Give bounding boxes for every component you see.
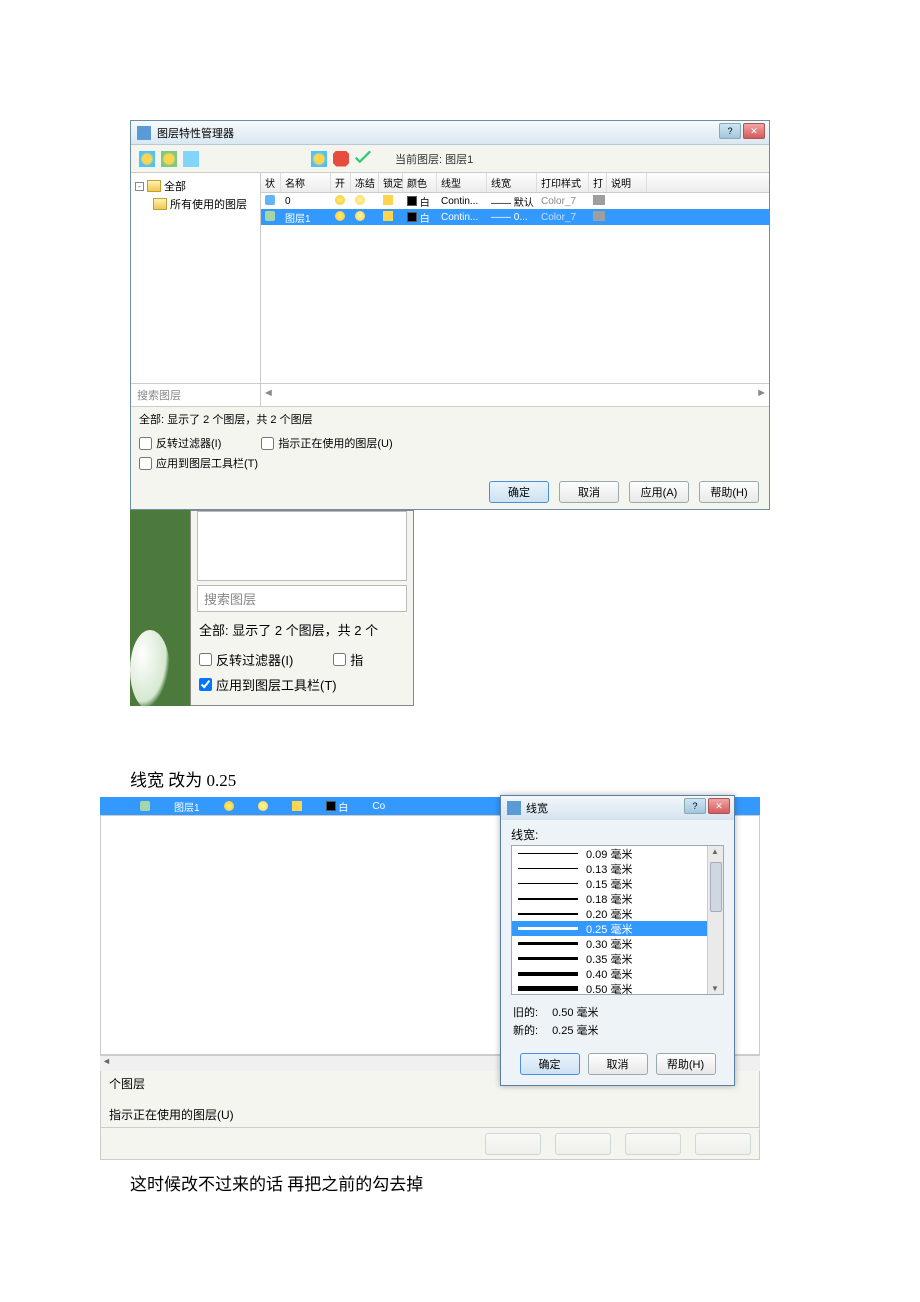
table-row-selected[interactable]: 图层1 白 Contin... —— 0... Color_7 [261, 209, 769, 225]
help-button[interactable]: 帮助(H) [656, 1053, 716, 1075]
search-layer-input[interactable]: 搜索图层 [197, 585, 407, 612]
help-window-button[interactable]: ? [719, 123, 741, 139]
indicate-label: 指示正在使用的图层(U) [109, 1092, 751, 1123]
close-window-button[interactable]: ✕ [743, 123, 765, 139]
dialog-titlebar[interactable]: 线宽 ? ✕ [501, 796, 734, 820]
apply-toolbar-checkbox[interactable]: 应用到图层工具栏(T) [139, 455, 258, 471]
lineweight-label: 线宽: [501, 820, 734, 845]
invert-filter-checkbox[interactable]: 反转过滤器(I) [139, 435, 221, 451]
sun-icon[interactable] [258, 801, 268, 811]
grid-area [197, 511, 407, 581]
app-icon [507, 801, 521, 815]
ok-button[interactable]: 确定 [520, 1053, 580, 1075]
apply-toolbar-checkbox[interactable]: 应用到图层工具栏(T) [199, 672, 405, 697]
tree-child[interactable]: 所有使用的图层 [153, 195, 256, 213]
toolbar: 当前图层: 图层1 [131, 145, 769, 173]
apply-button-partial[interactable] [625, 1133, 681, 1155]
cancel-button[interactable]: 取消 [559, 481, 619, 503]
color-swatch[interactable] [407, 196, 417, 206]
invert-filter-checkbox[interactable]: 反转过滤器(I) [199, 647, 293, 672]
list-item[interactable]: 0.13 毫米 [512, 861, 723, 876]
titlebar[interactable]: 图层特性管理器 ? ✕ [131, 121, 769, 145]
lineweight-list[interactable]: 0.09 毫米 0.13 毫米 0.15 毫米 0.18 毫米 0.20 毫米 … [511, 845, 724, 995]
caption-text: 这时候改不过来的话 再把之前的勾去掉 [130, 1170, 790, 1195]
dialog-title: 线宽 [526, 800, 548, 816]
color-swatch[interactable] [407, 212, 417, 222]
caption-text: 线宽 改为 0.25 [130, 766, 790, 791]
tree-root[interactable]: - 全部 [135, 177, 256, 195]
cancel-button[interactable]: 取消 [588, 1053, 648, 1075]
search-layer-input[interactable]: 搜索图层 [131, 383, 261, 406]
layer-manager-window: 图层特性管理器 ? ✕ 当前图层: 图层1 - 全部 所有使用的图层 [130, 120, 770, 510]
window-title: 图层特性管理器 [157, 125, 234, 141]
sun-icon[interactable] [355, 195, 365, 205]
color-swatch[interactable] [326, 801, 336, 811]
printer-icon[interactable] [593, 211, 605, 221]
old-label: 旧的: [513, 1004, 538, 1020]
help-window-button[interactable]: ? [684, 798, 706, 814]
bulb-icon[interactable] [224, 801, 234, 811]
lock-icon[interactable] [383, 195, 393, 205]
current-status-icon [140, 801, 150, 811]
lock-icon[interactable] [383, 211, 393, 221]
cancel-button-partial[interactable] [555, 1133, 611, 1155]
list-item[interactable]: 0.30 毫米 [512, 936, 723, 951]
sun-icon[interactable] [355, 211, 365, 221]
table-row[interactable]: 0 白 Contin... —— 默认 Color_7 [261, 193, 769, 209]
list-item[interactable]: 0.15 毫米 [512, 876, 723, 891]
scroll-thumb[interactable] [710, 862, 722, 912]
folder-icon [147, 180, 161, 192]
printer-icon[interactable] [593, 195, 605, 205]
lock-icon[interactable] [292, 801, 302, 811]
status-text: 全部: 显示了 2 个图层，共 2 个 [191, 612, 413, 643]
old-value: 0.50 毫米 [552, 1004, 598, 1020]
list-item[interactable]: 0.18 毫米 [512, 891, 723, 906]
current-layer-label: 当前图层: 图层1 [395, 151, 473, 167]
indicate-inuse-checkbox[interactable]: 指示正在使用的图层(U) [261, 435, 392, 451]
ok-button[interactable]: 确定 [489, 481, 549, 503]
states-icon[interactable] [183, 151, 199, 167]
app-icon [137, 126, 151, 140]
new-filter-icon[interactable] [139, 151, 155, 167]
list-item-selected[interactable]: 0.25 毫米 [512, 921, 723, 936]
list-item[interactable]: 0.40 毫米 [512, 966, 723, 981]
new-group-icon[interactable] [161, 151, 177, 167]
layer-grid[interactable]: 状 名称 开 冻结 锁定 颜色 线型 线宽 打印样式 打 说明 0 白 Cont… [261, 173, 769, 383]
list-item[interactable]: 0.50 毫米 [512, 981, 723, 995]
indicate-partial-checkbox[interactable]: 指 [333, 647, 363, 672]
h-scrollbar[interactable]: ◄ ► [261, 383, 769, 406]
list-item[interactable]: 0.35 毫米 [512, 951, 723, 966]
ok-button-partial[interactable] [485, 1133, 541, 1155]
folder-icon [153, 198, 167, 210]
apply-button[interactable]: 应用(A) [629, 481, 689, 503]
v-scrollbar[interactable] [707, 846, 723, 994]
new-value: 0.25 毫米 [552, 1022, 598, 1038]
delete-layer-icon[interactable] [333, 151, 349, 167]
help-button[interactable]: 帮助(H) [699, 481, 759, 503]
new-layer-icon[interactable] [311, 151, 327, 167]
zoom-crop: 搜索图层 全部: 显示了 2 个图层，共 2 个 反转过滤器(I) 指 应用到图… [130, 510, 414, 706]
list-item[interactable]: 0.09 毫米 [512, 846, 723, 861]
close-window-button[interactable]: ✕ [708, 798, 730, 814]
help-button-partial[interactable] [695, 1133, 751, 1155]
lineweight-dialog: 线宽 ? ✕ 线宽: 0.09 毫米 0.13 毫米 0.15 毫米 0.18 … [500, 795, 735, 1086]
set-current-icon[interactable] [355, 151, 371, 167]
current-status-icon [265, 211, 275, 221]
filter-tree[interactable]: - 全部 所有使用的图层 [131, 173, 261, 383]
new-label: 新的: [513, 1022, 538, 1038]
wallpaper-leaf [130, 630, 170, 710]
grid-header[interactable]: 状 名称 开 冻结 锁定 颜色 线型 线宽 打印样式 打 说明 [261, 173, 769, 193]
collapse-icon[interactable]: - [135, 182, 144, 191]
status-icon [265, 195, 275, 205]
bulb-icon[interactable] [335, 211, 345, 221]
bulb-icon[interactable] [335, 195, 345, 205]
list-item[interactable]: 0.20 毫米 [512, 906, 723, 921]
status-text: 全部: 显示了 2 个图层，共 2 个图层 [131, 406, 769, 431]
